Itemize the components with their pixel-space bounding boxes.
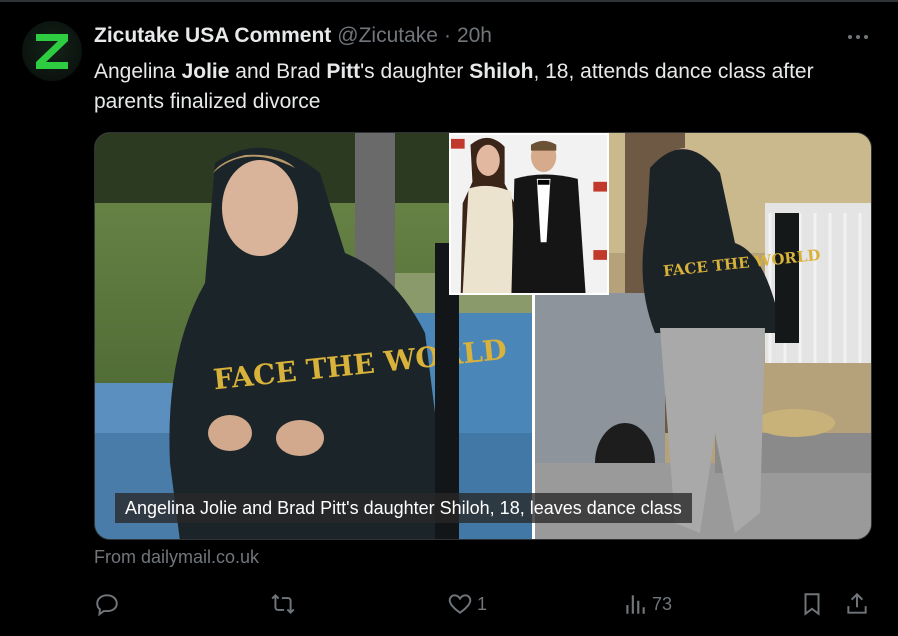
views-count: 73 <box>652 593 673 614</box>
media-caption: Angelina Jolie and Brad Pitt's daughter … <box>115 493 692 523</box>
media-card[interactable]: FACE THE WORLD FACE THE WORLD Angelina J… <box>94 132 872 540</box>
tweet-text: Angelina Jolie and Brad Pitt's daughter … <box>94 57 874 117</box>
share-icon <box>847 592 867 614</box>
tweet-header: Zicutake USA Comment @Zicutake · 20h <box>94 24 492 48</box>
avatar[interactable] <box>22 21 82 81</box>
text-segment: and Brad <box>229 60 327 83</box>
text-bold: Shiloh <box>469 60 534 83</box>
like-count: 1 <box>477 593 488 614</box>
photo-inset[interactable] <box>449 133 609 295</box>
views-button[interactable]: 73 <box>622 588 672 620</box>
action-bar: 1 73 <box>94 588 874 620</box>
retweet-icon <box>271 593 295 615</box>
top-border <box>0 0 898 2</box>
reply-button[interactable] <box>94 588 124 620</box>
share-button[interactable] <box>844 588 870 620</box>
views-icon <box>626 595 645 614</box>
more-options-icon[interactable] <box>846 30 870 44</box>
link-source[interactable]: From dailymail.co.uk <box>94 547 259 568</box>
bookmark-button[interactable] <box>799 588 825 620</box>
heart-icon <box>448 594 472 614</box>
like-button[interactable]: 1 <box>447 588 487 620</box>
avatar-logo-icon <box>36 34 68 69</box>
retweet-button[interactable] <box>270 588 300 620</box>
reply-icon <box>96 594 118 617</box>
text-bold: Jolie <box>181 60 230 83</box>
text-segment: 's daughter <box>360 60 470 83</box>
text-bold: Pitt <box>326 60 361 83</box>
bookmark-icon <box>804 593 820 616</box>
author-handle[interactable]: @Zicutake <box>337 24 438 48</box>
text-segment: Angelina <box>94 60 182 83</box>
timestamp[interactable]: 20h <box>457 24 492 48</box>
author-name[interactable]: Zicutake USA Comment <box>94 24 331 48</box>
separator-dot: · <box>443 24 451 47</box>
